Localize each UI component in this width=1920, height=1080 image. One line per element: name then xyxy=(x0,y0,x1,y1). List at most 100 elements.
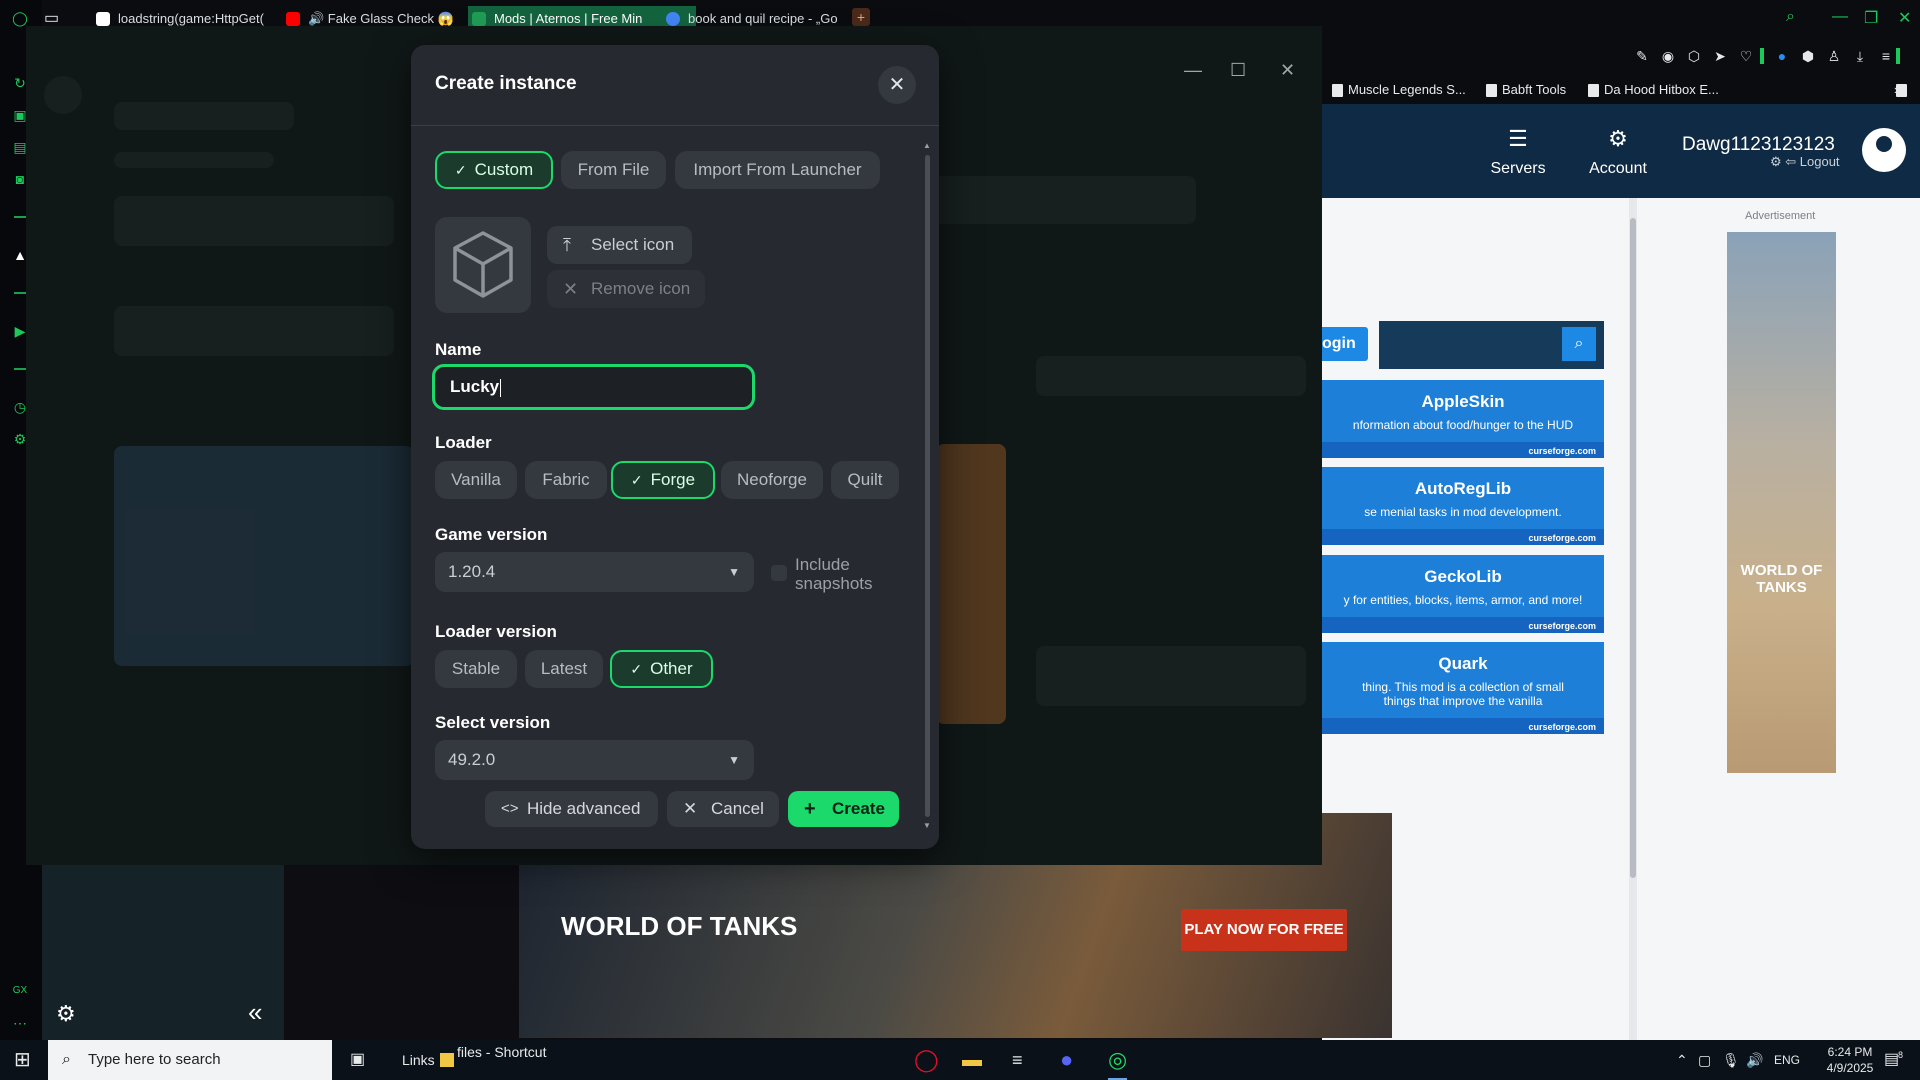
minimize-icon[interactable]: — xyxy=(1832,8,1848,26)
modrinth-app-icon[interactable]: ◎ xyxy=(1108,1040,1128,1080)
aternos-favicon-icon xyxy=(472,12,486,26)
tab-custom[interactable]: ✓ Custom xyxy=(435,151,553,189)
tab-from-file[interactable]: From File xyxy=(561,151,666,189)
loader-version-stable[interactable]: Stable xyxy=(435,650,517,688)
loader-quilt[interactable]: Quilt xyxy=(831,461,899,499)
account-nav[interactable]: ⚙ Account xyxy=(1578,126,1658,178)
vpn-icon[interactable]: ● xyxy=(1774,48,1790,64)
mod-card[interactable]: GeckoLib y for entities, blocks, items, … xyxy=(1322,555,1604,633)
scrollbar-thumb[interactable] xyxy=(925,155,930,817)
opera-logo-icon[interactable]: ◯ xyxy=(11,9,29,27)
cancel-button[interactable]: ✕ Cancel xyxy=(667,791,779,827)
opera-app-icon[interactable]: ◯ xyxy=(914,1040,939,1080)
microphone-icon[interactable]: 🎙 xyxy=(1722,1040,1740,1080)
search-icon[interactable]: ⌕ xyxy=(1562,327,1596,361)
download-icon[interactable]: ⤓ xyxy=(1852,48,1868,64)
select-icon-button[interactable]: ⤒ Select icon xyxy=(547,226,692,264)
mod-description: se menial tasks in mod development. xyxy=(1364,505,1562,519)
remove-icon-button[interactable]: ✕ Remove icon xyxy=(547,270,705,308)
meet-icon[interactable]: ▢ xyxy=(1698,1040,1711,1080)
collapse-icon[interactable]: « xyxy=(248,997,262,1028)
loader-version-latest[interactable]: Latest xyxy=(525,650,603,688)
clock-date: 4/9/2025 xyxy=(1826,1061,1874,1075)
loader-fabric[interactable]: Fabric xyxy=(525,461,607,499)
tab-menu-icon[interactable]: ▭ xyxy=(44,8,59,28)
name-input[interactable]: Lucky xyxy=(432,364,755,410)
loader-version-other[interactable]: ✓ Other xyxy=(610,650,713,688)
tab-import-from-launcher[interactable]: Import From Launcher xyxy=(675,151,880,189)
bookmarks-bar: Muscle Legends S... Babft Tools Da Hood … xyxy=(1322,76,1920,104)
account-icon: ⚙ xyxy=(1608,126,1628,151)
cube-icon xyxy=(453,231,513,298)
code-icon: <> xyxy=(501,800,519,817)
file-explorer-icon[interactable]: ▬ xyxy=(962,1040,982,1080)
shortcut-link[interactable]: files - Shortcut xyxy=(457,1032,546,1072)
notifications-icon[interactable]: ▤ xyxy=(1884,1040,1899,1080)
tab-label: From File xyxy=(577,160,650,179)
more-icon[interactable]: ⋯ xyxy=(11,1014,29,1032)
edit-icon[interactable]: ✎ xyxy=(1634,48,1650,64)
bookmarks-overflow-icon[interactable]: » xyxy=(1894,80,1908,100)
hide-advanced-button[interactable]: <> Hide advanced xyxy=(485,791,658,827)
modal-scrollbar[interactable]: ▲ ▼ xyxy=(923,141,931,831)
links-toolbar[interactable]: Links xyxy=(402,1040,435,1080)
scroll-down-icon[interactable]: ▼ xyxy=(923,821,931,830)
task-view-icon[interactable]: ▣ xyxy=(350,1040,365,1080)
plus-icon: + xyxy=(804,798,816,820)
select-version-dropdown[interactable]: 49.2.0 ▼ xyxy=(435,740,754,780)
settings-gear-icon[interactable]: ⚙ xyxy=(56,1001,76,1027)
mod-source: curseforge.com xyxy=(1528,621,1596,631)
close-browser-icon[interactable]: ✕ xyxy=(1898,8,1911,28)
mod-source: curseforge.com xyxy=(1528,722,1596,732)
camera-icon[interactable]: ◉ xyxy=(1660,48,1676,64)
mod-source: curseforge.com xyxy=(1528,533,1596,543)
profile-icon[interactable]: ♙ xyxy=(1826,48,1842,64)
loader-label: Loader xyxy=(435,433,492,452)
create-button[interactable]: + Create xyxy=(788,791,899,827)
include-snapshots-checkbox[interactable] xyxy=(771,565,787,581)
button-label: Hide advanced xyxy=(527,799,641,818)
tray-overflow-icon[interactable]: ⌃ xyxy=(1676,1040,1688,1080)
login-button[interactable]: ogin xyxy=(1322,327,1368,361)
taskbar-search[interactable]: ⌕ Type here to search xyxy=(48,1040,332,1080)
avatar[interactable] xyxy=(1862,128,1906,172)
notifications-count: 8 xyxy=(1898,1050,1904,1060)
restore-icon[interactable]: ❐ xyxy=(1864,8,1878,28)
bookmark[interactable]: Babft Tools xyxy=(1484,80,1566,100)
menu-icon[interactable]: ≡ xyxy=(1878,48,1894,64)
upload-icon: ⤒ xyxy=(563,235,571,255)
discord-icon[interactable]: ● xyxy=(1060,1040,1073,1080)
browser-toolbar: ✎ ◉ ⬡ ➤ ♡ ● ⬢ ♙ ⤓ ≡ xyxy=(1322,36,1920,76)
bookmark[interactable]: Da Hood Hitbox E... xyxy=(1586,80,1719,100)
gx-icon[interactable]: GX xyxy=(11,982,29,1000)
volume-icon[interactable]: 🔊 xyxy=(1746,1040,1763,1080)
cube-icon[interactable]: ⬢ xyxy=(1800,48,1816,64)
game-version-select[interactable]: 1.20.4 ▼ xyxy=(435,552,754,592)
close-icon[interactable]: ✕ xyxy=(878,66,916,104)
loader-neoforge[interactable]: Neoforge xyxy=(721,461,823,499)
youtube-favicon-icon xyxy=(286,12,300,26)
bookmark[interactable]: Muscle Legends S... xyxy=(1330,80,1466,100)
mod-card[interactable]: AutoRegLib se menial tasks in mod develo… xyxy=(1322,467,1604,545)
scrollbar-thumb[interactable] xyxy=(1630,218,1636,878)
scroll-up-icon[interactable]: ▲ xyxy=(923,141,931,150)
side-advertisement[interactable]: WORLD OF TANKS xyxy=(1727,232,1836,773)
mod-card[interactable]: AppleSkin nformation about food/hunger t… xyxy=(1322,380,1604,458)
language-indicator[interactable]: ENG xyxy=(1774,1040,1800,1080)
new-tab-icon[interactable]: + xyxy=(852,8,870,26)
mod-card[interactable]: Quark thing. This mod is a collection of… xyxy=(1322,642,1604,734)
search-tabs-icon[interactable]: ⌕ xyxy=(1786,8,1795,26)
page-scrollbar[interactable] xyxy=(1629,198,1637,1040)
windows-start-icon[interactable]: ⊞ xyxy=(14,1040,31,1080)
send-icon[interactable]: ➤ xyxy=(1712,48,1728,64)
shield-icon[interactable]: ⬡ xyxy=(1686,48,1702,64)
clock[interactable]: 6:24 PM 4/9/2025 xyxy=(1820,1040,1880,1080)
loader-vanilla[interactable]: Vanilla xyxy=(435,461,517,499)
servers-nav[interactable]: ☰ Servers xyxy=(1478,126,1558,178)
loader-forge[interactable]: ✓ Forge xyxy=(611,461,715,499)
app-icon[interactable]: ≡ xyxy=(1012,1040,1023,1080)
play-now-button[interactable]: PLAY NOW FOR FREE xyxy=(1181,909,1347,951)
heart-icon[interactable]: ♡ xyxy=(1738,48,1754,64)
game-version-label: Game version xyxy=(435,525,548,544)
logout-link[interactable]: ⚙ ⇦ Logout xyxy=(1770,154,1840,170)
